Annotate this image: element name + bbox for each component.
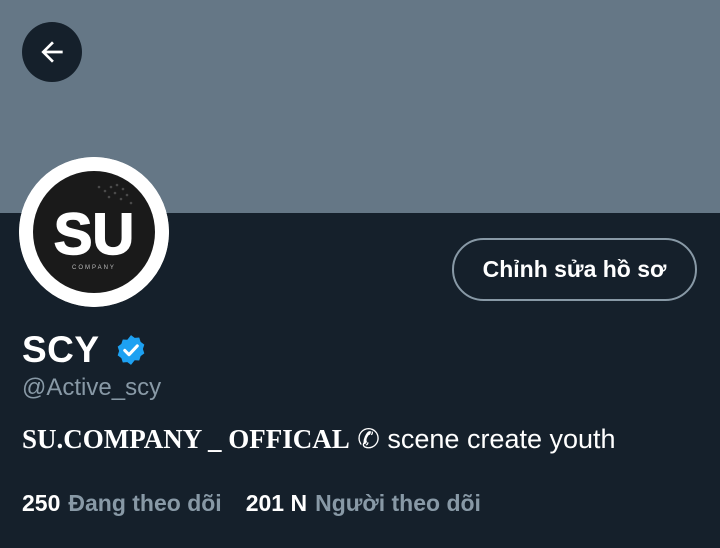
back-button[interactable] bbox=[22, 22, 82, 82]
name-row: SCY bbox=[22, 326, 148, 374]
following-label: Đang theo dõi bbox=[68, 490, 222, 516]
phone-symbol: ✆ bbox=[357, 424, 380, 454]
following-link[interactable]: 250 Đang theo dõi bbox=[22, 490, 222, 517]
followers-label: Người theo dõi bbox=[315, 490, 481, 516]
profile-handle: @Active_scy bbox=[22, 374, 162, 401]
following-count: 250 bbox=[22, 490, 61, 516]
display-name: SCY bbox=[22, 329, 100, 370]
edit-profile-button[interactable]: Chỉnh sửa hồ sơ bbox=[452, 238, 697, 301]
avatar-sub-text: COMPANY bbox=[72, 265, 116, 271]
bio-tagline: scene create youth bbox=[387, 424, 616, 454]
avatar-logo-text: SU bbox=[54, 202, 135, 267]
bio-company-name: SU.COMPANY _ OFFICAL bbox=[22, 424, 350, 454]
arrow-left-icon bbox=[41, 41, 63, 63]
profile-bio: SU.COMPANY _ OFFICAL ✆ scene create yout… bbox=[22, 424, 616, 455]
profile-avatar[interactable]: SU COMPANY bbox=[19, 157, 169, 307]
followers-count: 201 N bbox=[245, 490, 308, 516]
followers-link[interactable]: 201 N Người theo dõi bbox=[246, 490, 481, 517]
profile-stats: 250 Đang theo dõi 201 N Người theo dõi bbox=[22, 490, 481, 517]
verified-badge-icon bbox=[117, 335, 144, 365]
